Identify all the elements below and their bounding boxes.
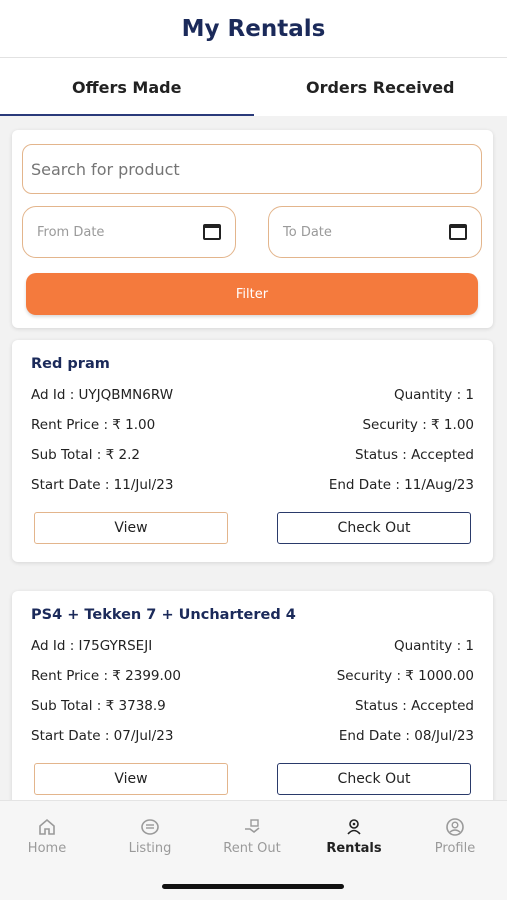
from-date-field[interactable]: From Date xyxy=(22,206,236,258)
nav-home-label: Home xyxy=(27,841,67,856)
end-date: End Date : 08/Jul/23 xyxy=(338,728,474,744)
nav-rentals-label: Rentals xyxy=(326,841,382,856)
rentals-icon xyxy=(344,817,364,837)
status: Status : Accepted xyxy=(354,447,474,463)
tab-offers-made[interactable]: Offers Made xyxy=(0,58,254,116)
view-button[interactable]: View xyxy=(34,763,228,795)
nav-listing[interactable]: Listing xyxy=(105,817,195,856)
tab-orders-received[interactable]: Orders Received xyxy=(254,58,507,116)
profile-icon xyxy=(445,817,465,837)
order-card: Red pram Ad Id : UYJQBMN6RW Quantity : 1… xyxy=(12,340,493,562)
product-title: Red pram xyxy=(31,356,110,372)
to-date-placeholder: To Date xyxy=(283,224,332,240)
nav-rentals[interactable]: Rentals xyxy=(309,817,399,856)
view-button[interactable]: View xyxy=(34,512,228,544)
filter-button[interactable]: Filter xyxy=(26,273,478,315)
checkout-button[interactable]: Check Out xyxy=(277,763,471,795)
rent-price: Rent Price : ₹ 1.00 xyxy=(31,417,156,433)
rent-out-icon xyxy=(242,817,262,837)
start-date: Start Date : 07/Jul/23 xyxy=(31,728,174,744)
ad-id: Ad Id : UYJQBMN6RW xyxy=(31,387,174,403)
search-input[interactable] xyxy=(22,144,482,194)
calendar-icon xyxy=(203,224,221,240)
nav-profile-label: Profile xyxy=(434,841,476,856)
order-card: PS4 + Tekken 7 + Unchartered 4 Ad Id : I… xyxy=(12,591,493,813)
from-date-placeholder: From Date xyxy=(37,224,105,240)
status: Status : Accepted xyxy=(354,698,474,714)
to-date-field[interactable]: To Date xyxy=(268,206,482,258)
nav-rent-out[interactable]: Rent Out xyxy=(207,817,297,856)
home-indicator xyxy=(162,884,344,889)
tab-bar: Offers Made Orders Received xyxy=(0,58,507,116)
rent-price: Rent Price : ₹ 2399.00 xyxy=(31,668,181,684)
sub-total: Sub Total : ₹ 2.2 xyxy=(31,447,140,463)
nav-home[interactable]: Home xyxy=(2,817,92,856)
security-deposit: Security : ₹ 1.00 xyxy=(362,417,474,433)
calendar-icon xyxy=(449,224,467,240)
ad-id: Ad Id : I75GYRSEJI xyxy=(31,638,153,654)
checkout-button[interactable]: Check Out xyxy=(277,512,471,544)
start-date: Start Date : 11/Jul/23 xyxy=(31,477,174,493)
listing-icon xyxy=(140,817,160,837)
quantity: Quantity : 1 xyxy=(393,638,474,654)
end-date: End Date : 11/Aug/23 xyxy=(328,477,474,493)
filter-panel: From Date To Date Filter xyxy=(12,130,493,328)
nav-rent-out-label: Rent Out xyxy=(223,841,281,856)
nav-profile[interactable]: Profile xyxy=(410,817,500,856)
page-title: My Rentals xyxy=(181,15,326,42)
home-icon xyxy=(37,817,57,837)
quantity: Quantity : 1 xyxy=(393,387,474,403)
nav-listing-label: Listing xyxy=(128,841,172,856)
app-header: My Rentals xyxy=(0,0,507,58)
product-title: PS4 + Tekken 7 + Unchartered 4 xyxy=(31,607,296,623)
sub-total: Sub Total : ₹ 3738.9 xyxy=(31,698,166,714)
security-deposit: Security : ₹ 1000.00 xyxy=(336,668,474,684)
